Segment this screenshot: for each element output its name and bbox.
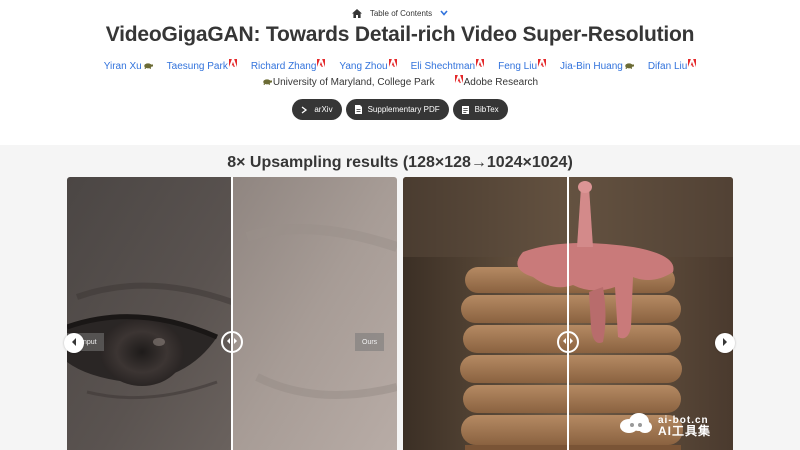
author-link[interactable]: Richard Zhang xyxy=(250,59,326,74)
arxiv-button-label: arXiv xyxy=(314,105,333,114)
cloud-logo-icon xyxy=(618,412,652,439)
affiliation-item: Adobe Research xyxy=(454,75,539,90)
chevron-left-icon xyxy=(70,334,78,352)
author-link[interactable]: Eli Shechtman xyxy=(410,59,485,74)
slider-handle[interactable] xyxy=(221,331,243,353)
toc-label[interactable]: Table of Contents xyxy=(370,9,432,18)
author-name: Yang Zhou xyxy=(339,61,388,72)
arxiv-icon xyxy=(301,105,308,114)
author-list: Yiran Xu Taesung Park Richard Zhang Yang Zh… xyxy=(0,59,800,74)
supplementary-pdf-label: Supplementary PDF xyxy=(367,105,440,114)
slider-divider[interactable] xyxy=(567,177,569,450)
page-title: VideoGigaGAN: Towards Detail-rich Video … xyxy=(105,23,695,46)
terrapin-turtle-icon xyxy=(625,63,634,69)
terrapin-turtle-icon xyxy=(263,79,272,85)
author-link[interactable]: Taesung Park xyxy=(166,59,237,74)
bibtex-button[interactable]: BibTex xyxy=(452,99,508,120)
home-icon[interactable] xyxy=(351,8,362,18)
slider-divider[interactable] xyxy=(231,177,233,450)
affiliation-item: University of Maryland, College Park xyxy=(262,76,435,90)
file-pdf-icon xyxy=(354,105,362,114)
author-name: Jia-Bin Huang xyxy=(560,61,623,72)
document-icon xyxy=(461,105,469,114)
affiliation-list: University of Maryland, College Park Adob… xyxy=(0,75,800,90)
watermark-brand: AI工具集 xyxy=(658,423,712,438)
author-link[interactable]: Jia-Bin Huang xyxy=(560,60,634,74)
author-name: Feng Liu xyxy=(498,61,538,72)
chevron-down-icon[interactable] xyxy=(440,10,448,16)
left-right-arrows-icon xyxy=(562,337,574,347)
adobe-logo-icon xyxy=(538,59,547,67)
arxiv-button[interactable]: arXiv xyxy=(292,99,342,120)
ours-tag: Ours xyxy=(355,333,385,351)
author-name: Yiran Xu xyxy=(103,61,142,72)
table-of-contents-bar[interactable]: Table of Contents xyxy=(0,6,800,20)
carousel-next-button[interactable] xyxy=(715,333,735,353)
results-heading: 8× Upsampling results (128×128→1024×1024… xyxy=(227,154,573,171)
adobe-logo-icon xyxy=(688,59,697,67)
slider-handle[interactable] xyxy=(557,331,579,353)
adobe-logo-icon xyxy=(317,59,326,67)
watermark: ai-bot.cn AI工具集 xyxy=(618,412,711,439)
left-right-arrows-icon xyxy=(226,337,238,347)
author-name: Eli Shechtman xyxy=(410,61,476,72)
author-name: Taesung Park xyxy=(166,61,228,72)
affiliation-name: Adobe Research xyxy=(463,77,539,88)
chevron-right-icon xyxy=(721,334,729,352)
author-link[interactable]: Difan Liu xyxy=(647,59,697,74)
results-section: 8× Upsampling results (128×128→1024×1024… xyxy=(0,145,800,450)
affiliation-name: University of Maryland, College Park xyxy=(272,77,435,88)
terrapin-turtle-icon xyxy=(143,63,153,69)
comparison-slider-eye[interactable]: Input Ours xyxy=(67,177,397,450)
author-link[interactable]: Yiran Xu xyxy=(104,60,153,74)
adobe-logo-icon xyxy=(454,75,463,83)
adobe-logo-icon xyxy=(228,59,237,67)
author-link[interactable]: Feng Liu xyxy=(498,59,547,74)
author-name: Richard Zhang xyxy=(250,61,317,72)
link-buttons: arXiv Supplementary PDF BibTex xyxy=(0,99,800,120)
supplementary-pdf-button[interactable]: Supplementary PDF xyxy=(345,99,449,120)
bibtex-label: BibTex xyxy=(474,105,499,114)
carousel-prev-button[interactable] xyxy=(64,333,84,353)
author-link[interactable]: Yang Zhou xyxy=(339,59,397,74)
adobe-logo-icon xyxy=(476,59,485,67)
adobe-logo-icon xyxy=(388,59,397,67)
comparison-slider-pancakes[interactable] xyxy=(403,177,733,450)
author-name: Difan Liu xyxy=(647,61,688,72)
